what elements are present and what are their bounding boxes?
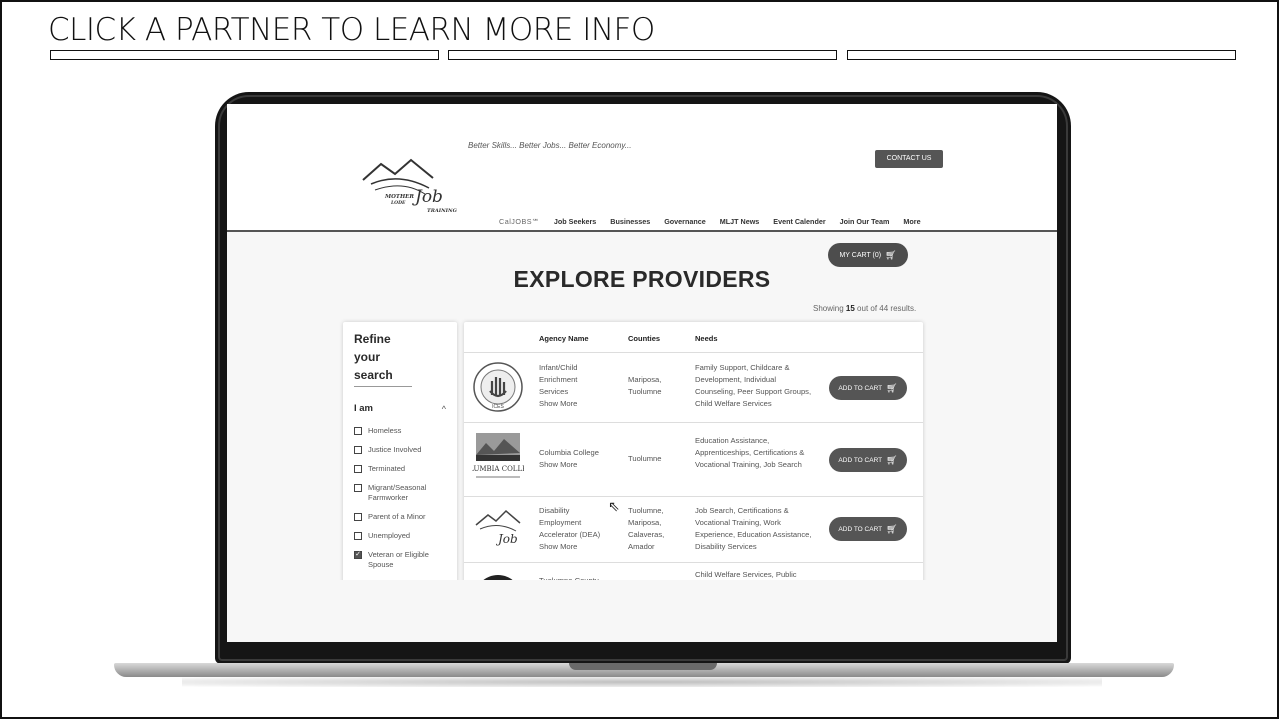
nav-event-calender[interactable]: Event Calender: [773, 217, 825, 226]
checkbox-checked[interactable]: ✓: [354, 551, 362, 559]
filter-option-label: Veteran or Eligible Spouse: [368, 550, 429, 569]
agency-name-cell: Infant/Child Enrichment Services Show Mo…: [539, 362, 619, 410]
needs-cell: Education Assistance, Apprenticeships, C…: [695, 436, 805, 469]
nav-governance[interactable]: Governance: [664, 217, 706, 226]
nav-caljobs[interactable]: CalJOBS℠: [499, 217, 540, 226]
table-row[interactable]: Job Disability Employment Accelerator (D…: [464, 496, 923, 562]
mother-lode-job-logo: Job: [475, 509, 521, 546]
logo-word-job: Job: [412, 187, 443, 207]
filter-option-label: Migrant/Seasonal Farmworker: [368, 483, 427, 502]
show-more-link[interactable]: Show More: [539, 541, 621, 553]
nav-job-seekers[interactable]: Job Seekers: [554, 217, 596, 226]
slide-title: CLICK A PARTNER TO LEARN MORE INFO: [48, 12, 655, 48]
ices-logo-text: ICES: [492, 404, 504, 410]
add-cart-icon: 🛒︎: [886, 523, 898, 534]
tab-bar-1: [50, 50, 439, 60]
filter-option-label: Justice Involved: [368, 445, 422, 454]
add-to-cart-button[interactable]: ADD TO CART 🛒︎: [829, 517, 907, 541]
contact-us-button[interactable]: CONTACT US: [875, 150, 943, 168]
needs-cell: Family Support, Childcare & Development,…: [695, 363, 812, 408]
filter-option[interactable]: Justice Involved: [354, 445, 446, 455]
checkbox[interactable]: [354, 427, 362, 435]
checkbox[interactable]: [354, 465, 362, 473]
nav-join-our-team[interactable]: Join Our Team: [840, 217, 890, 226]
show-more-link[interactable]: Show More: [539, 459, 619, 471]
site-header: Better Skills... Better Jobs... Better E…: [227, 104, 1057, 232]
column-header-needs: Needs: [695, 334, 718, 343]
mouse-cursor-icon: ⇖: [608, 498, 620, 514]
add-to-cart-button[interactable]: ADD TO CART 🛒︎: [829, 376, 907, 400]
column-header-agency: Agency Name: [539, 334, 589, 343]
columbia-college-logo: COLUMBIA COLLEGE: [472, 433, 524, 478]
screen-bottom-area: [227, 580, 1057, 642]
dea-logo-text: Job: [495, 532, 518, 546]
checkbox[interactable]: [354, 513, 362, 521]
table-row[interactable]: COLUMBIA COLLEGE Columbia College Show M…: [464, 422, 923, 496]
filter-option-label: Parent of a Minor: [368, 512, 426, 521]
tab-bar-2: [448, 50, 837, 60]
site-nav: CalJOBS℠ Job Seekers Businesses Governan…: [499, 217, 921, 226]
mother-lode-job-training-logo[interactable]: MOTHER LODE Job TRAINING: [359, 154, 459, 216]
slide: CLICK A PARTNER TO LEARN MORE INFO Bette…: [0, 0, 1279, 719]
counties-cell: Tuolumne: [628, 454, 662, 463]
filter-options: Homeless Justice Involved Terminated Migran…: [354, 426, 446, 589]
counties-cell: Tuolumne, Mariposa, Calaveras, Amador: [628, 506, 665, 551]
filter-option[interactable]: Homeless: [354, 426, 446, 436]
filter-option[interactable]: Migrant/Seasonal Farmworker: [354, 483, 446, 503]
logo-word-mother: MOTHER: [384, 194, 414, 200]
page-title: EXPLORE PROVIDERS: [513, 266, 771, 292]
laptop-shadow: [182, 677, 1102, 687]
logo-word-training: TRAINING: [427, 208, 458, 214]
agency-name-cell: Columbia College Show More: [539, 447, 619, 471]
filter-group-label: I am: [354, 403, 374, 414]
add-cart-icon: 🛒︎: [886, 454, 898, 465]
nav-mljt-news[interactable]: MLJT News: [720, 217, 760, 226]
columbia-logo-text: COLUMBIA COLLEGE: [472, 465, 524, 473]
counties-cell: Mariposa, Tuolumne: [628, 375, 662, 396]
tab-bar-3: [847, 50, 1236, 60]
logo-word-lode: LODE: [390, 200, 406, 206]
add-cart-icon: 🛒︎: [886, 382, 898, 393]
filter-group-i-am[interactable]: I am ^: [354, 403, 446, 414]
filter-option-label: Terminated: [368, 464, 406, 473]
laptop-screen: Better Skills... Better Jobs... Better E…: [227, 104, 1057, 642]
nav-businesses[interactable]: Businesses: [610, 217, 650, 226]
needs-cell: Job Search, Certifications & Vocational …: [695, 506, 812, 551]
filter-option[interactable]: Parent of a Minor: [354, 512, 446, 522]
column-header-counties: Counties: [628, 334, 661, 343]
filter-option-label: Unemployed: [368, 531, 411, 540]
filter-option-label: Homeless: [368, 426, 402, 435]
filter-option[interactable]: Terminated: [354, 464, 446, 474]
checkbox[interactable]: [354, 532, 362, 540]
results-count: Showing 15 out of 44 results.: [813, 304, 917, 313]
cart-icon: 🛒︎: [885, 249, 897, 260]
add-to-cart-button[interactable]: ADD TO CART 🛒︎: [829, 448, 907, 472]
show-more-link[interactable]: Show More: [539, 398, 619, 410]
ices-logo: ICES: [473, 362, 523, 412]
site-tagline: Better Skills... Better Jobs... Better E…: [468, 141, 632, 150]
checkbox[interactable]: [354, 446, 362, 454]
my-cart-label: MY CART (0): [839, 251, 882, 259]
chevron-up-icon[interactable]: ^: [442, 404, 446, 414]
filter-option[interactable]: Unemployed: [354, 531, 446, 541]
filter-option[interactable]: ✓ Veteran or Eligible Spouse: [354, 550, 446, 570]
checkbox[interactable]: [354, 484, 362, 492]
my-cart-button[interactable]: MY CART (0) 🛒︎: [828, 243, 908, 267]
laptop-notch: [569, 663, 717, 670]
nav-more[interactable]: More: [903, 217, 920, 226]
table-row[interactable]: ICES Infant/Child Enrichment Services Sh…: [464, 352, 923, 422]
refine-search-title: Refine your search: [354, 330, 412, 387]
